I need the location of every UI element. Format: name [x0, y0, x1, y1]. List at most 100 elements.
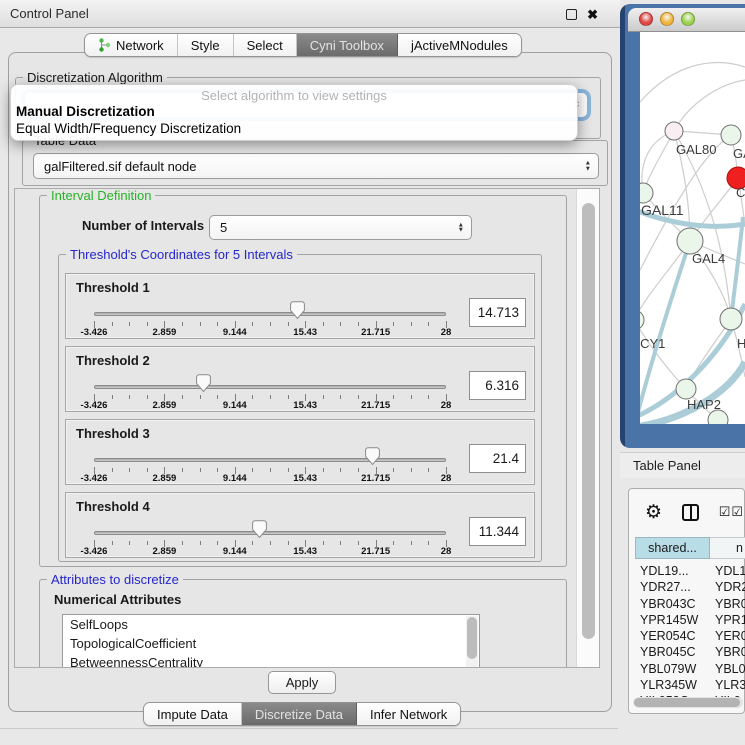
slider-tick-label: 15.43: [280, 473, 330, 484]
slider-tick-label: 9.144: [210, 546, 260, 557]
tab-label: jActiveMNodules: [411, 38, 508, 53]
table-row[interactable]: YDL19...YDL1: [635, 563, 745, 579]
slider-tick: [288, 468, 289, 472]
network-node-green[interactable]: [721, 125, 741, 145]
network-canvas[interactable]: GAL80GACGAL11GAL4GCY1HHAP2: [640, 32, 745, 424]
threshold-slider-thumb[interactable]: [252, 520, 267, 539]
select-columns-icon[interactable]: ☑☑: [719, 504, 744, 520]
tab-impute-data[interactable]: Impute Data: [144, 703, 242, 725]
close-icon[interactable]: ✖: [587, 9, 598, 20]
table-row[interactable]: YER054CYER0: [635, 628, 745, 644]
tab-infer-network[interactable]: Infer Network: [357, 703, 460, 725]
thresholds-group-label: Threshold's Coordinates for 5 Intervals: [66, 247, 297, 262]
slider-tick: [147, 395, 148, 399]
threshold-slider-thumb[interactable]: [196, 374, 211, 393]
network-edge[interactable]: [640, 63, 745, 102]
close-traffic-light-icon[interactable]: [639, 12, 653, 26]
network-node-green[interactable]: [720, 308, 742, 330]
attributes-group: Attributes to discretize Numerical Attri…: [39, 579, 567, 668]
numerical-attributes-list[interactable]: SelfLoopsTopologicalCoefficientBetweenne…: [62, 614, 480, 668]
network-node-pink[interactable]: [665, 122, 683, 140]
tab-cyni-toolbox[interactable]: Cyni Toolbox: [297, 34, 398, 56]
threshold-slider-track[interactable]: [94, 312, 446, 316]
cell-name: YDR2: [710, 579, 745, 595]
threshold-slider-track[interactable]: [94, 385, 446, 389]
table-row[interactable]: YLR345WYLR3: [635, 677, 745, 693]
tab-jactivemnodules[interactable]: jActiveMNodules: [398, 34, 521, 56]
threshold-slider-thumb[interactable]: [365, 447, 380, 466]
slider-tick: [252, 468, 253, 472]
network-node-green[interactable]: [640, 310, 644, 330]
threshold-panel-2: Threshold 2-3.4262.8599.14415.4321.71528…: [65, 346, 535, 412]
table-toolbar: ⚙ ☑☑: [629, 489, 744, 535]
threshold-value-field[interactable]: 6.316: [469, 371, 526, 400]
slider-tick: [411, 468, 412, 472]
network-node-label: GCY1: [640, 336, 665, 351]
slider-tick: [428, 541, 429, 545]
slider-tick-label: 15.43: [280, 400, 330, 411]
slider-tick: [428, 395, 429, 399]
table-row[interactable]: YBR043CYBR0: [635, 596, 745, 612]
table-horizontal-scrollbar[interactable]: [633, 697, 743, 708]
table-row[interactable]: YDR27...YDR2: [635, 579, 745, 595]
threshold-slider-track[interactable]: [94, 531, 446, 535]
minimize-traffic-light-icon[interactable]: [660, 12, 674, 26]
network-node-green[interactable]: [640, 183, 653, 203]
network-edge-thick[interactable]: [731, 217, 743, 319]
attributes-list-scrollbar[interactable]: [466, 616, 478, 668]
tab-network[interactable]: Network: [85, 34, 178, 56]
tab-label: Network: [116, 38, 164, 53]
slider-tick-label: 9.144: [210, 327, 260, 338]
network-node-green[interactable]: [708, 410, 728, 424]
slider-tick: [340, 322, 341, 326]
slider-tick: [288, 322, 289, 326]
threshold-slider-thumb[interactable]: [290, 301, 305, 320]
algorithm-option-equal-width[interactable]: Equal Width/Frequency Discretization: [16, 121, 241, 136]
threshold-slider-track[interactable]: [94, 458, 446, 462]
threshold-value-field[interactable]: 11.344: [469, 517, 526, 546]
table-row[interactable]: YBR045CYBR0: [635, 644, 745, 660]
slider-tick-label: 21.715: [351, 546, 401, 557]
slider-tick: [340, 468, 341, 472]
column-header-name[interactable]: n: [710, 537, 745, 559]
table-row[interactable]: YPR145WYPR1: [635, 612, 745, 628]
slider-tick-label: 15.43: [280, 546, 330, 557]
column-layout-icon[interactable]: [682, 504, 699, 521]
slider-tick: [200, 395, 201, 399]
attribute-list-item[interactable]: BetweennessCentrality: [63, 653, 479, 668]
apply-button[interactable]: Apply: [268, 671, 336, 694]
attribute-list-item[interactable]: SelfLoops: [63, 615, 479, 634]
threshold-value-field[interactable]: 21.4: [469, 444, 526, 473]
tab-select[interactable]: Select: [234, 34, 297, 56]
threshold-value-field[interactable]: 14.713: [469, 298, 526, 327]
table-data-combo[interactable]: galFiltered.sif default node ▲ ▼: [33, 153, 599, 179]
tab-discretize-data[interactable]: Discretize Data: [242, 703, 357, 725]
slider-tick: [270, 395, 271, 399]
network-edge[interactable]: [674, 80, 745, 131]
zoom-traffic-light-icon[interactable]: [681, 12, 695, 26]
top-tab-strip: Network StyleSelectCyni Toolbox jActiveMNo…: [84, 33, 522, 57]
column-header-shared-name[interactable]: shared...: [635, 537, 710, 559]
slider-tick: [288, 541, 289, 545]
gear-icon[interactable]: ⚙: [645, 503, 662, 522]
tab-label: Discretize Data: [255, 707, 343, 722]
slider-tick: [323, 395, 324, 399]
threshold-label: Threshold 4: [76, 499, 150, 514]
attribute-list-item[interactable]: TopologicalCoefficient: [63, 634, 479, 653]
slider-tick: [182, 468, 183, 472]
network-window-titlebar: [628, 8, 745, 32]
network-edge[interactable]: [640, 241, 690, 320]
table-row[interactable]: YBL079WYBL0: [635, 661, 745, 677]
network-node-label: GA: [733, 146, 745, 161]
algorithm-option-manual[interactable]: Manual Discretization: [16, 104, 155, 119]
number-of-intervals-combo[interactable]: 5 ▲ ▼: [209, 215, 472, 240]
slider-tick-label: 28: [421, 546, 471, 557]
slider-tick-label: 21.715: [351, 327, 401, 338]
viewport-scrollbar[interactable]: [576, 189, 600, 667]
thresholds-group: Threshold's Coordinates for 5 Intervals …: [58, 254, 542, 562]
tab-style[interactable]: Style: [178, 34, 234, 56]
cell-shared-name: YER054C: [635, 628, 710, 644]
float-window-icon[interactable]: [566, 9, 577, 20]
table-panel-header: Table Panel: [620, 452, 745, 478]
network-node-green[interactable]: [676, 379, 696, 399]
